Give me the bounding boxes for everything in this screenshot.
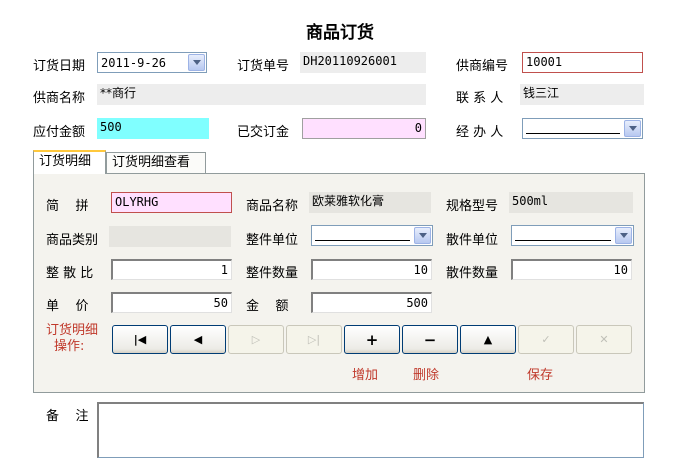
supplier-code-label: 供商编号 (456, 59, 509, 74)
add-caption: 增加 (352, 368, 379, 383)
save-button[interactable]: ✓ (518, 325, 574, 354)
chevron-down-icon[interactable] (624, 120, 641, 137)
supplier-code-input[interactable]: 10001 (522, 52, 643, 73)
edit-button[interactable]: ▲ (460, 325, 516, 354)
remarks-textarea[interactable] (97, 402, 644, 458)
last-record-button[interactable]: ▷| (286, 325, 342, 354)
ratio-label: 整 散 比 (46, 266, 94, 281)
next-icon: ▷ (251, 333, 261, 346)
cancel-button[interactable]: ✕ (576, 325, 632, 354)
category-label: 商品类别 (46, 233, 99, 248)
order-date-value: 2011-9-26 (101, 56, 167, 70)
tab-order-detail[interactable]: 订货明细 (33, 150, 106, 174)
plus-icon: + (365, 330, 379, 349)
spec-field: 500ml (509, 192, 633, 213)
supplier-name-label: 供商名称 (33, 91, 86, 106)
order-date-picker[interactable]: 2011-9-26 (97, 52, 207, 73)
loose-qty-input[interactable]: 10 (511, 259, 632, 280)
contact-label: 联 系 人 (456, 91, 504, 106)
product-name-label: 商品名称 (246, 199, 299, 214)
amount-due-label: 应付金额 (33, 125, 86, 140)
previous-icon: ◀ (193, 333, 203, 346)
amount-input[interactable]: 500 (311, 292, 432, 313)
chevron-down-icon[interactable] (414, 227, 431, 244)
next-record-button[interactable]: ▷ (228, 325, 284, 354)
supplier-name-field: **商行 (97, 84, 426, 105)
check-icon: ✓ (541, 333, 551, 346)
contact-field: 钱三江 (520, 84, 644, 105)
chevron-down-icon[interactable] (188, 54, 205, 71)
save-caption: 保存 (527, 368, 554, 383)
order-no-field: DH20110926001 (300, 52, 426, 73)
loose-unit-label: 散件单位 (446, 233, 499, 248)
ratio-input[interactable]: 1 (111, 259, 232, 280)
triangle-up-icon: ▲ (483, 333, 493, 346)
delete-button[interactable]: − (402, 325, 458, 354)
order-date-label: 订货日期 (33, 59, 86, 74)
minus-icon: − (423, 330, 437, 349)
chevron-down-icon[interactable] (615, 227, 632, 244)
whole-qty-label: 整件数量 (246, 266, 299, 281)
amount-due-field: 500 (97, 118, 209, 139)
whole-qty-input[interactable]: 10 (311, 259, 432, 280)
amount-label: 金 额 (246, 299, 289, 314)
delete-caption: 删除 (413, 368, 440, 383)
unit-price-label: 单 价 (46, 299, 89, 314)
whole-unit-label: 整件单位 (246, 233, 299, 248)
first-record-icon: |◀ (133, 333, 147, 346)
loose-unit-select[interactable] (511, 225, 634, 246)
product-name-field: 欧莱雅软化膏 (309, 192, 431, 213)
operations-label: 订货明细 操作: (46, 323, 99, 354)
paid-deposit-label: 已交订金 (237, 125, 290, 140)
pinyin-input[interactable]: OLYRHG (111, 192, 232, 213)
tab-order-detail-view[interactable]: 订货明细查看 (106, 152, 206, 173)
handler-select[interactable] (522, 118, 643, 139)
previous-record-button[interactable]: ◀ (170, 325, 226, 354)
remarks-label: 备 注 (46, 409, 89, 424)
paid-deposit-input[interactable]: 0 (302, 118, 426, 139)
close-icon: ✕ (599, 333, 609, 346)
loose-qty-label: 散件数量 (446, 266, 499, 281)
first-record-button[interactable]: |◀ (112, 325, 168, 354)
add-button[interactable]: + (344, 325, 400, 354)
order-no-label: 订货单号 (237, 59, 290, 74)
window-title: 商品订货 (306, 23, 374, 43)
unit-price-input[interactable]: 50 (111, 292, 232, 313)
last-record-icon: ▷| (307, 333, 321, 346)
handler-label: 经 办 人 (456, 125, 504, 140)
category-field (109, 226, 231, 247)
whole-unit-select[interactable] (311, 225, 433, 246)
spec-label: 规格型号 (446, 199, 499, 214)
pinyin-label: 简 拼 (46, 199, 89, 214)
